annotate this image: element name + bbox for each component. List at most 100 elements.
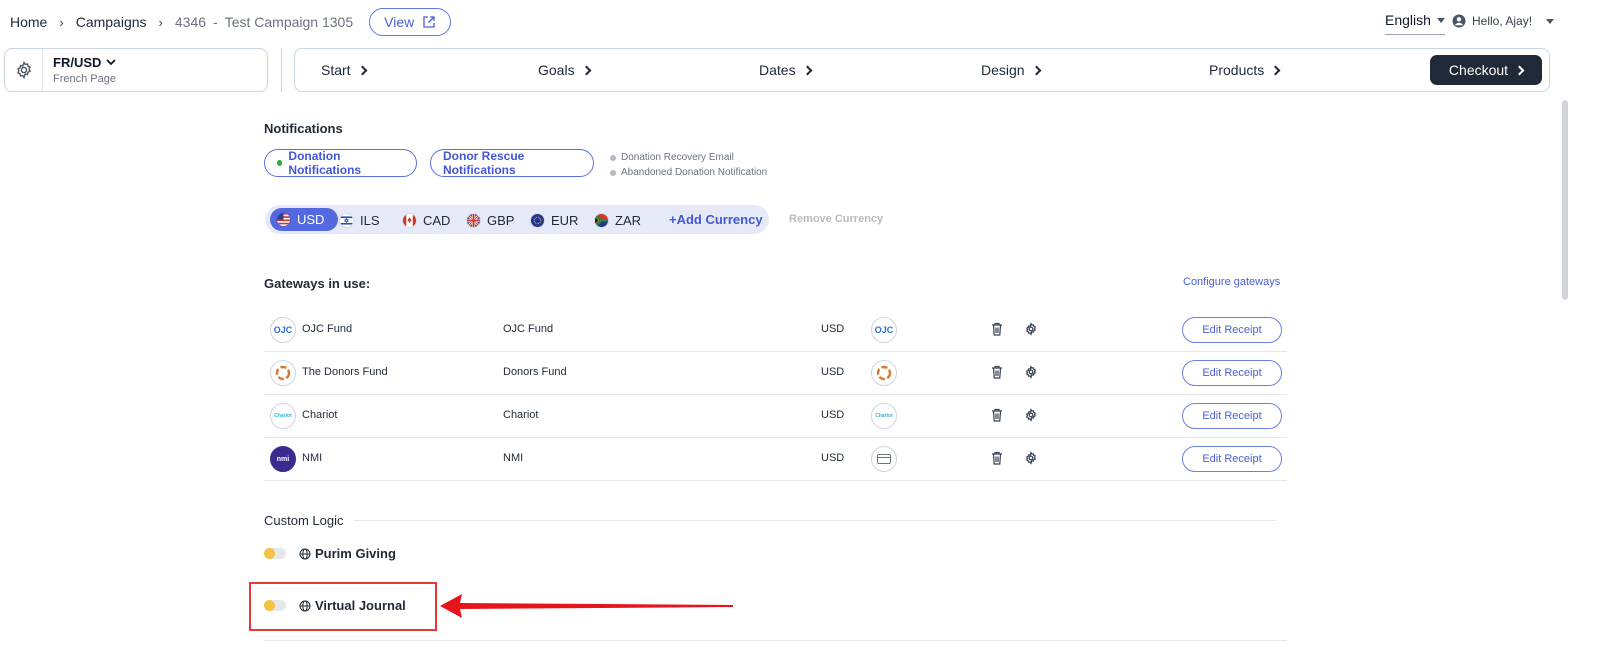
gateway-display-name: NMI [503, 452, 524, 464]
step-products[interactable]: Products [1209, 62, 1281, 78]
donors-fund-logo-icon [270, 360, 296, 386]
gateway-name: OJC Fund [302, 323, 353, 335]
legend-dot-icon [610, 169, 616, 176]
purim-giving-item[interactable]: Purim Giving [299, 546, 396, 561]
gateway-name: The Donors Fund [302, 366, 388, 378]
settings-gear-icon[interactable] [1024, 451, 1038, 465]
settings-gear-icon[interactable] [1024, 322, 1038, 336]
ojc-logo-icon: OJC [871, 317, 897, 343]
gateway-display-name: Donors Fund [503, 366, 567, 378]
chevron-right-icon: › [59, 14, 64, 30]
edit-receipt-button[interactable]: Edit Receipt [1182, 403, 1282, 429]
edit-receipt-button[interactable]: Edit Receipt [1182, 360, 1282, 386]
donor-rescue-notifications-label: Donor Rescue Notifications [443, 149, 525, 177]
breadcrumb-campaign-name: Test Campaign 1305 [224, 14, 354, 30]
chevron-right-icon [802, 65, 813, 75]
current-page[interactable]: FR/USD [53, 55, 117, 70]
currency-tab-zar[interactable]: ZAR [594, 210, 641, 230]
canada-flag-icon [402, 212, 417, 228]
trash-icon[interactable] [991, 322, 1003, 336]
chariot-logo-icon: Chariot [871, 403, 897, 429]
notifications-legend: Donation Recovery Email Abandoned Donati… [610, 150, 767, 180]
gateway-row: Chariot Chariot Chariot USD Chariot Edit… [264, 395, 1287, 438]
language-label: English [1385, 12, 1431, 28]
gateway-currency: USD [821, 452, 845, 464]
currency-tab-ils[interactable]: ILS [339, 210, 380, 230]
gateway-row: nmi NMI NMI USD Edit Receipt [264, 438, 1287, 481]
gateway-name: NMI [302, 452, 323, 464]
gateways-table: OJC OJC Fund OJC Fund USD OJC Edit Recei… [264, 309, 1287, 481]
trash-icon[interactable] [991, 365, 1003, 379]
caret-down-icon [1436, 17, 1445, 23]
page-settings[interactable] [5, 49, 43, 91]
currency-label: ILS [360, 212, 380, 228]
nmi-logo-text: nmi [276, 455, 290, 463]
currency-tab-gbp[interactable]: GBP [466, 210, 514, 230]
chariot-logo-icon: Chariot [270, 403, 296, 429]
highlight-box [249, 582, 437, 631]
edit-receipt-button[interactable]: Edit Receipt [1182, 317, 1282, 343]
currency-tab-eur[interactable]: EUR [530, 210, 578, 230]
donor-rescue-notifications-button[interactable]: Donor Rescue Notifications [430, 149, 594, 177]
chevron-right-icon [1514, 65, 1525, 75]
page-switcher-info: FR/USD French Page [43, 55, 117, 85]
configure-gateways-link[interactable]: Configure gateways [1183, 276, 1280, 288]
language-select[interactable]: English [1385, 12, 1445, 35]
user-avatar-icon [1452, 14, 1466, 28]
divider [281, 48, 282, 92]
gateway-row: The Donors Fund Donors Fund USD Edit Rec… [264, 352, 1287, 395]
step-start-label: Start [321, 62, 351, 78]
caret-down-icon [1546, 18, 1555, 24]
toggle-knob [264, 548, 275, 559]
legend-abandoned-label: Abandoned Donation Notification [621, 167, 768, 178]
step-dates[interactable]: Dates [759, 62, 813, 78]
divider [354, 520, 1276, 521]
chevron-right-icon: › [158, 14, 163, 30]
purim-giving-label: Purim Giving [315, 546, 396, 561]
trash-icon[interactable] [991, 408, 1003, 422]
edit-receipt-button[interactable]: Edit Receipt [1182, 446, 1282, 472]
step-design[interactable]: Design [981, 62, 1042, 78]
user-menu[interactable]: Hello, Ajay! [1452, 14, 1555, 28]
legend-item: Abandoned Donation Notification [610, 165, 767, 180]
currency-label: EUR [551, 212, 579, 228]
step-navigation: Start Goals Dates Design Products Checko… [294, 48, 1550, 92]
breadcrumb: Home › Campaigns › 4346 - Test Campaign … [10, 8, 452, 36]
chevron-right-icon [1270, 65, 1281, 75]
currency-tab-usd[interactable]: USD [270, 208, 339, 231]
settings-gear-icon[interactable] [1024, 408, 1038, 422]
step-goals[interactable]: Goals [538, 62, 592, 78]
currency-bar: USD ILS CAD GBP EUR ZAR +Add Currency [265, 205, 769, 234]
nmi-logo-icon: nmi [270, 446, 296, 472]
trash-icon[interactable] [991, 451, 1003, 465]
add-currency-button[interactable]: +Add Currency [669, 212, 763, 227]
breadcrumb-campaign-id: 4346 [174, 14, 207, 30]
step-start[interactable]: Start [321, 62, 368, 78]
south-africa-flag-icon [594, 212, 609, 228]
gateways-title: Gateways in use: [264, 276, 371, 291]
view-button[interactable]: View [369, 8, 452, 36]
breadcrumb-campaigns[interactable]: Campaigns [76, 14, 147, 30]
currency-tab-cad[interactable]: CAD [402, 210, 450, 230]
donation-notifications-button[interactable]: Donation Notifications [264, 149, 417, 177]
remove-currency-button[interactable]: Remove Currency [789, 213, 883, 225]
top-bar: Home › Campaigns › 4346 - Test Campaign … [0, 0, 1600, 46]
legend-dot-icon [610, 154, 616, 161]
step-dates-label: Dates [759, 62, 796, 78]
chariot-logo-text: Chariot [875, 413, 893, 419]
credit-card-icon [871, 446, 897, 472]
chevron-right-icon [581, 65, 592, 75]
settings-gear-icon[interactable] [1024, 365, 1038, 379]
page-subtitle: French Page [53, 73, 116, 85]
currency-label: ZAR [615, 212, 641, 228]
breadcrumb-home[interactable]: Home [10, 14, 47, 30]
ojc-logo-icon: OJC [270, 317, 296, 343]
step-goals-label: Goals [538, 62, 575, 78]
chevron-down-icon [106, 59, 117, 66]
step-products-label: Products [1209, 62, 1265, 78]
purim-giving-toggle[interactable] [264, 548, 286, 559]
divider [264, 640, 1287, 641]
scrollbar[interactable] [1562, 100, 1568, 300]
checkout-button[interactable]: Checkout [1430, 55, 1542, 85]
page-switcher[interactable]: FR/USD French Page [4, 48, 268, 92]
